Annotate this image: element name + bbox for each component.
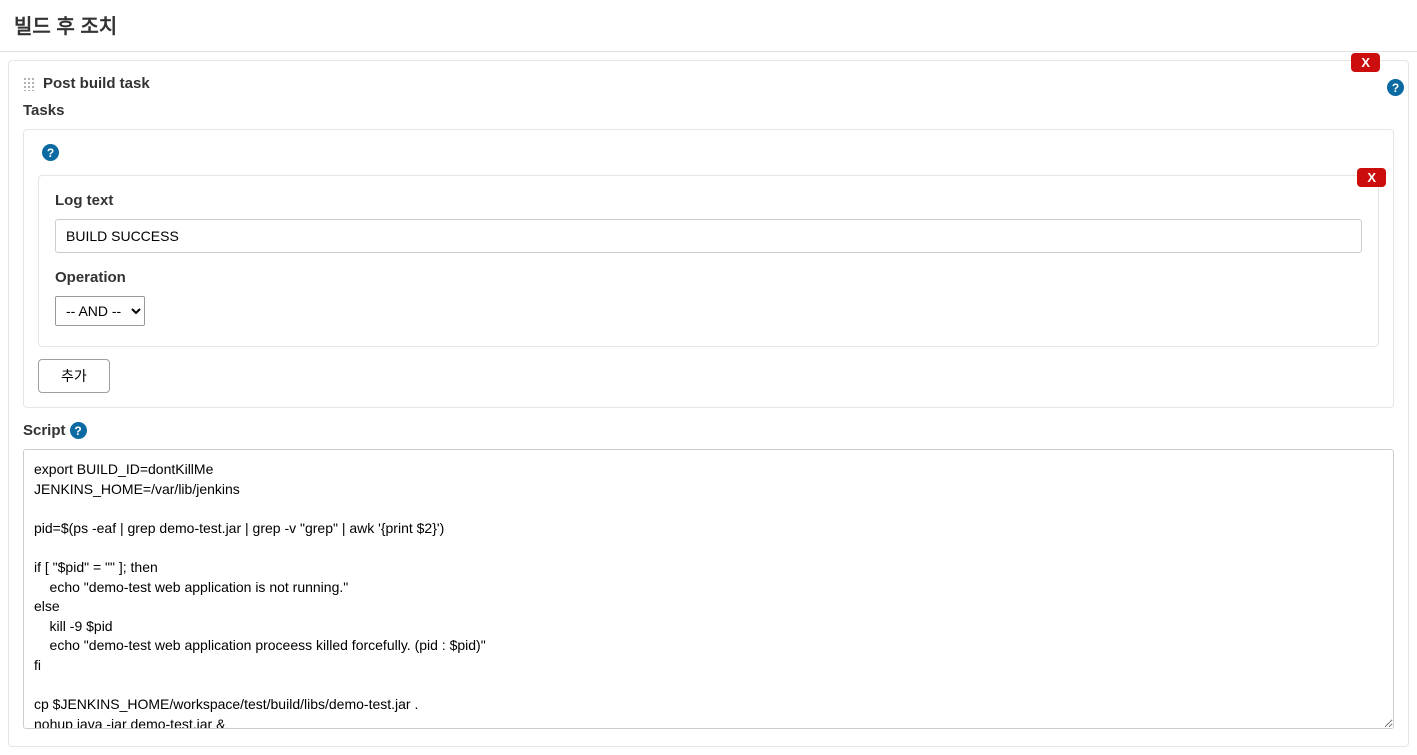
tasks-label: Tasks [23, 102, 1394, 119]
log-text-label: Log text [55, 192, 1362, 209]
post-build-task-panel: X ? Post build task Tasks ? X Log text O… [8, 60, 1409, 747]
drag-handle-icon[interactable] [23, 77, 35, 91]
script-textarea[interactable] [23, 449, 1394, 729]
help-icon[interactable]: ? [70, 422, 87, 439]
log-task-block: X Log text Operation -- AND -- [38, 175, 1379, 347]
tasks-container: ? X Log text Operation -- AND -- 추가 [23, 129, 1394, 408]
log-text-input[interactable] [55, 219, 1362, 253]
add-task-button[interactable]: 추가 [38, 359, 110, 393]
help-icon[interactable]: ? [42, 144, 59, 161]
script-label: Script [23, 422, 66, 439]
panel-title: Post build task [43, 75, 150, 92]
section-title: 빌드 후 조치 [0, 0, 1417, 52]
delete-panel-button[interactable]: X [1351, 53, 1380, 72]
operation-select[interactable]: -- AND -- [55, 296, 145, 326]
operation-label: Operation [55, 269, 1362, 286]
delete-task-button[interactable]: X [1357, 168, 1386, 187]
